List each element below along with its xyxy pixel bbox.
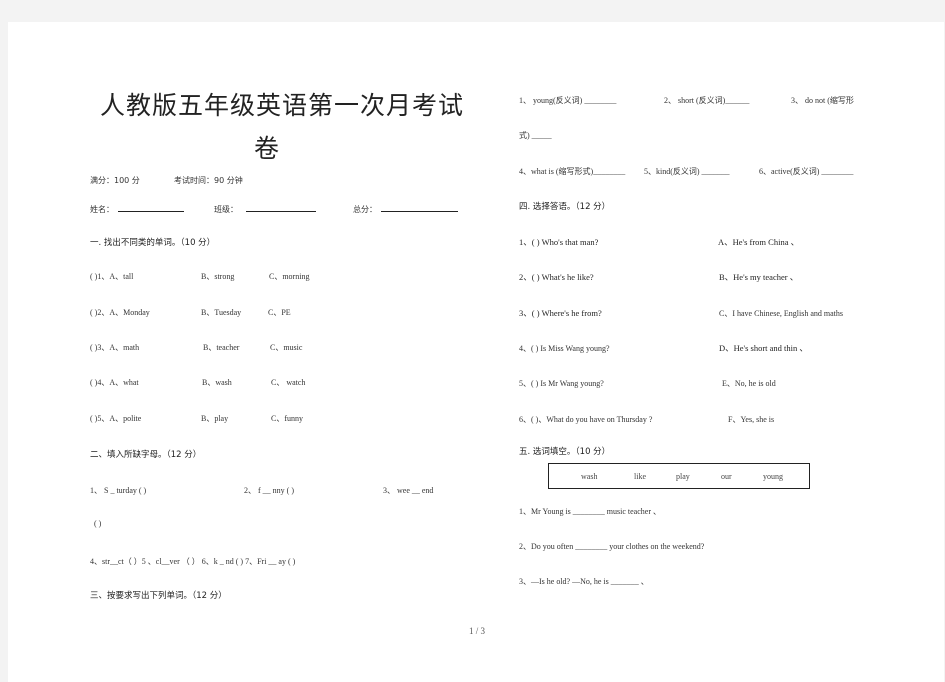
section4-question: 1、( ) Who's that man? (519, 237, 599, 247)
section4-question: 4、( ) Is Miss Wang young? (519, 344, 610, 353)
section1-item-c: C、 watch (271, 378, 306, 387)
section4-answer: D、He's short and thin 、 (719, 343, 808, 353)
word-bank-item: like (634, 472, 646, 481)
word-bank-item: our (721, 472, 732, 481)
document-page: 人教版五年级英语第一次月考试 卷 满分：100 分 考试时间：90 分钟 姓名：… (8, 22, 944, 682)
section1-item-a: ( )5、A、polite (90, 414, 142, 423)
section3-item: 2、 short (反义词)______ (664, 96, 750, 105)
section1-item-b: B、strong (201, 272, 235, 281)
section3-item-cont: 式) _____ (519, 131, 552, 140)
section1-item-b: B、play (201, 414, 229, 423)
word-bank-item: young (763, 472, 783, 481)
section2-item: 3、 wee __ end (383, 486, 434, 495)
class-blank[interactable] (246, 211, 316, 212)
total-label: 总分： (353, 205, 377, 214)
section4-heading: 四. 选择答语。（12 分） (519, 202, 611, 212)
section5-heading: 五. 选词填空。（10 分） (519, 447, 611, 457)
section1-item-c: C、music (270, 343, 303, 352)
section1-item-c: C、funny (271, 414, 303, 423)
word-bank-box: wash like play our young (548, 463, 810, 489)
section1-item-b: B、teacher (203, 343, 240, 352)
section4-answer: C、I have Chinese, English and maths (719, 309, 843, 318)
section4-answer: A、He's from China 、 (718, 237, 800, 247)
section4-answer: B、He's my teacher 、 (719, 272, 799, 282)
section4-question: 5、( ) Is Mr Wang young? (519, 379, 604, 388)
section2-item-row2: 4、str__ct（ ）5 、cl__ver （ ） 6、k _ nd ( ) … (90, 557, 296, 566)
document-title-line1: 人教版五年级英语第一次月考试 (100, 91, 465, 120)
section1-heading: 一. 找出不同类的单词。（10 分） (90, 238, 216, 248)
section1-item-c: C、morning (269, 272, 310, 281)
section4-question: 3、( ) Where's he from? (519, 308, 602, 318)
document-title-line2: 卷 (254, 134, 281, 163)
section3-item: 6、active(反义词) ________ (759, 167, 854, 176)
section4-answer: F、Yes, she is (728, 415, 775, 424)
section1-item-a: ( )3、A、math (90, 343, 140, 352)
word-bank-item: play (676, 472, 690, 481)
exam-time: 考试时间：90 分钟 (174, 176, 243, 185)
section4-question: 2、( ) What's he like? (519, 272, 594, 282)
total-blank[interactable] (381, 211, 458, 212)
section5-item: 1、Mr Young is ________ music teacher 、 (519, 507, 661, 516)
section5-item: 2、Do you often ________ your clothes on … (519, 542, 705, 551)
full-score: 满分：100 分 (90, 176, 140, 185)
section1-item-a: ( )2、A、Monday (90, 308, 150, 317)
section1-item-b: B、Tuesday (201, 308, 242, 317)
class-label: 班级： (214, 205, 238, 214)
page-number: 1 / 3 (469, 626, 486, 636)
name-blank[interactable] (118, 211, 184, 212)
section3-heading: 三、按要求写出下列单词。（12 分） (90, 591, 227, 601)
section2-heading: 二、填入所缺字母。（12 分） (90, 450, 202, 460)
section2-item-cont: ( ) (94, 519, 102, 528)
section3-item: 5、kind(反义词) _______ (644, 167, 730, 176)
section1-item-a: ( )4、A、what (90, 378, 139, 387)
section5-item: 3、—Is he old? —No, he is _______ 、 (519, 577, 649, 586)
section3-item: 4、what is (缩写形式)________ (519, 167, 626, 176)
name-label: 姓名： (90, 205, 114, 214)
word-bank-item: wash (581, 472, 598, 481)
section1-item-c: C、PE (268, 308, 291, 317)
section2-item: 2、 f __ nny ( ) (244, 486, 294, 495)
section1-item-a: ( )1、A、tall (90, 272, 134, 281)
section3-item: 1、 young(反义词) ________ (519, 96, 617, 105)
section4-question: 6、( )、What do you have on Thursday ? (519, 415, 653, 424)
section4-answer: E、No, he is old (722, 379, 776, 388)
section1-item-b: B、wash (202, 378, 232, 387)
section3-item: 3、 do not (缩写形 (791, 96, 854, 105)
section2-item: 1、 S _ turday ( ) (90, 486, 147, 495)
